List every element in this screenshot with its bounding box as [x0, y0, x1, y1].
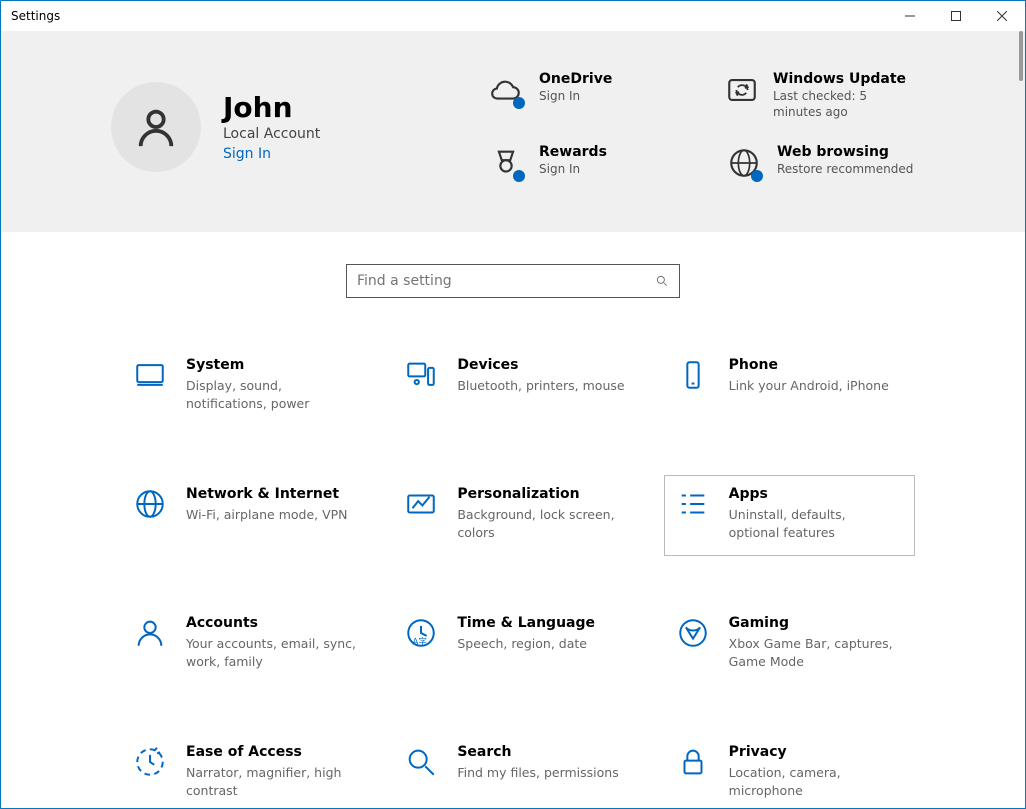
personal-icon — [403, 486, 439, 522]
sync-icon — [725, 73, 759, 107]
hero-tile-title: Web browsing — [777, 144, 913, 160]
hero-tile-sub: Sign In — [539, 89, 612, 105]
hero-tile-onedrive[interactable]: OneDrive Sign In — [487, 71, 677, 120]
profile-name: John — [223, 91, 320, 124]
hero-tile-web-browsing[interactable]: Web browsing Restore recommended — [725, 144, 915, 182]
category-sub: Wi-Fi, airplane mode, VPN — [186, 506, 348, 524]
category-privacy[interactable]: Privacy Location, camera, microphone — [664, 733, 915, 808]
status-dot-icon — [513, 170, 525, 182]
hero-tile-title: OneDrive — [539, 71, 612, 87]
category-sub: Display, sound, notifications, power — [186, 377, 356, 412]
category-title: Privacy — [729, 744, 899, 760]
search-row — [1, 232, 1025, 316]
hero-tile-title: Rewards — [539, 144, 607, 160]
accounts-icon — [132, 615, 168, 651]
category-apps[interactable]: Apps Uninstall, defaults, optional featur… — [664, 475, 915, 556]
hero-tile-sub: Restore recommended — [777, 162, 913, 178]
network-icon — [132, 486, 168, 522]
category-title: Time & Language — [457, 615, 595, 631]
category-title: Personalization — [457, 486, 627, 502]
category-sub: Location, camera, microphone — [729, 764, 899, 799]
close-button[interactable] — [979, 1, 1025, 31]
profile-signin-link[interactable]: Sign In — [223, 146, 320, 162]
profile-block[interactable]: John Local Account Sign In — [111, 71, 320, 182]
hero-band: John Local Account Sign In OneDrive Sign… — [1, 31, 1025, 232]
hero-tile-sub: Last checked: 5 minutes ago — [773, 89, 915, 120]
status-dot-icon — [513, 97, 525, 109]
category-ease[interactable]: Ease of Access Narrator, magnifier, high … — [121, 733, 372, 808]
search-icon — [403, 744, 439, 780]
search-input[interactable] — [357, 273, 655, 289]
titlebar: Settings — [1, 1, 1025, 31]
category-sub: Your accounts, email, sync, work, family — [186, 635, 356, 670]
search-icon — [655, 274, 669, 288]
profile-account-type: Local Account — [223, 126, 320, 142]
apps-icon — [675, 486, 711, 522]
hero-tile-windows-update[interactable]: Windows Update Last checked: 5 minutes a… — [725, 71, 915, 120]
category-gaming[interactable]: Gaming Xbox Game Bar, captures, Game Mode — [664, 604, 915, 685]
category-sub: Find my files, permissions — [457, 764, 618, 782]
privacy-icon — [675, 744, 711, 780]
category-phone[interactable]: Phone Link your Android, iPhone — [664, 346, 915, 427]
category-title: Accounts — [186, 615, 356, 631]
person-icon — [133, 104, 179, 150]
search-box[interactable] — [346, 264, 680, 298]
category-accounts[interactable]: Accounts Your accounts, email, sync, work… — [121, 604, 372, 685]
category-sub: Xbox Game Bar, captures, Game Mode — [729, 635, 899, 670]
svg-text:A字: A字 — [413, 637, 427, 648]
gaming-icon — [675, 615, 711, 651]
category-sub: Uninstall, defaults, optional features — [729, 506, 899, 541]
category-time[interactable]: A字 Time & Language Speech, region, date — [392, 604, 643, 685]
system-icon — [132, 357, 168, 393]
category-title: Devices — [457, 357, 624, 373]
maximize-button[interactable] — [933, 1, 979, 31]
hero-tile-title: Windows Update — [773, 71, 915, 87]
category-sub: Background, lock screen, colors — [457, 506, 627, 541]
minimize-button[interactable] — [887, 1, 933, 31]
category-search[interactable]: Search Find my files, permissions — [392, 733, 643, 808]
category-title: Apps — [729, 486, 899, 502]
category-sub: Link your Android, iPhone — [729, 377, 889, 395]
category-network[interactable]: Network & Internet Wi-Fi, airplane mode, … — [121, 475, 372, 556]
settings-window: Settings John Local Account Sign In — [0, 0, 1026, 809]
category-devices[interactable]: Devices Bluetooth, printers, mouse — [392, 346, 643, 427]
status-dot-icon — [751, 170, 763, 182]
devices-icon — [403, 357, 439, 393]
time-icon: A字 — [403, 615, 439, 651]
hero-tile-rewards[interactable]: Rewards Sign In — [487, 144, 677, 182]
category-title: Search — [457, 744, 618, 760]
category-system[interactable]: System Display, sound, notifications, pow… — [121, 346, 372, 427]
category-title: Phone — [729, 357, 889, 373]
category-sub: Narrator, magnifier, high contrast — [186, 764, 356, 799]
scrollbar[interactable] — [1019, 31, 1023, 81]
category-title: Gaming — [729, 615, 899, 631]
hero-tile-sub: Sign In — [539, 162, 607, 178]
window-title: Settings — [11, 9, 60, 23]
category-grid: System Display, sound, notifications, pow… — [1, 316, 1025, 808]
phone-icon — [675, 357, 711, 393]
content-area: John Local Account Sign In OneDrive Sign… — [1, 31, 1025, 808]
ease-icon — [132, 744, 168, 780]
category-title: System — [186, 357, 356, 373]
category-title: Network & Internet — [186, 486, 348, 502]
avatar — [111, 82, 201, 172]
category-title: Ease of Access — [186, 744, 356, 760]
category-sub: Bluetooth, printers, mouse — [457, 377, 624, 395]
category-sub: Speech, region, date — [457, 635, 595, 653]
category-personal[interactable]: Personalization Background, lock screen, … — [392, 475, 643, 556]
